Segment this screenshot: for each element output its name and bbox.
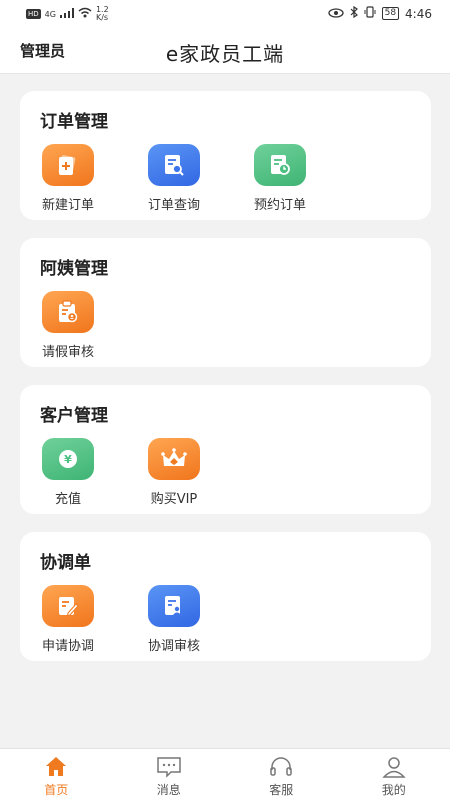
buy-vip-label: 购买VIP: [150, 492, 198, 507]
appointment-order-button[interactable]: 预约订单: [240, 144, 320, 213]
buy-vip-button[interactable]: 购买VIP: [134, 438, 214, 507]
section-title-customer-management: 客户管理: [40, 406, 108, 426]
apply-coordination-icon: [42, 585, 94, 627]
order-search-label: 订单查询: [147, 198, 200, 213]
clock: 4:46: [405, 6, 432, 21]
network-type: 4G: [44, 9, 56, 19]
customer-management-card: 客户管理 ¥ 充值 购买VIP: [20, 385, 431, 514]
order-management-card: 订单管理 新建订单 订单查询 预约订单: [20, 91, 431, 220]
tab-profile-label: 我的: [381, 783, 406, 797]
apply-coordination-label: 申请协调: [41, 639, 94, 654]
tab-home-label: 首页: [44, 783, 69, 797]
coordination-review-label: 协调审核: [147, 639, 200, 654]
add-order-icon: [42, 144, 94, 186]
coordination-card: 协调单 申请协调 协调审核: [20, 532, 431, 661]
recharge-button[interactable]: ¥ 充值: [28, 438, 108, 507]
headset-icon: [270, 757, 292, 776]
tab-profile[interactable]: 我的: [338, 749, 450, 800]
section-title-aunt-management: 阿姨管理: [40, 259, 108, 279]
page-title: e家政员工端: [165, 42, 285, 66]
status-bar: HD 4G 1.2 K/s 58 4:46: [0, 0, 450, 28]
leave-review-button[interactable]: 请假审核: [28, 291, 108, 360]
leave-review-icon: [42, 291, 94, 333]
coordination-review-icon: [148, 585, 200, 627]
status-left: HD 4G 1.2 K/s: [26, 6, 109, 22]
tab-customer-service-label: 客服: [269, 783, 294, 797]
apply-coordination-button[interactable]: 申请协调: [28, 585, 108, 654]
leave-review-label: 请假审核: [41, 345, 94, 360]
svg-text:¥: ¥: [64, 453, 72, 466]
new-order-button[interactable]: 新建订单: [28, 144, 108, 213]
new-order-label: 新建订单: [41, 198, 94, 213]
order-search-icon: [148, 144, 200, 186]
bluetooth-icon: [350, 5, 358, 21]
tab-messages[interactable]: 消息: [113, 749, 226, 800]
appointment-order-label: 预约订单: [253, 198, 306, 213]
home-icon: [46, 757, 67, 776]
status-right: 58 4:46: [327, 5, 432, 21]
vip-crown-icon: [148, 438, 200, 480]
coordination-review-button[interactable]: 协调审核: [134, 585, 214, 654]
user-icon: [382, 757, 406, 778]
vibrate-icon: [364, 6, 376, 21]
signal-icon: [59, 7, 74, 21]
tab-messages-label: 消息: [156, 783, 181, 797]
appointment-order-icon: [254, 144, 306, 186]
recharge-label: 充值: [54, 492, 81, 507]
recharge-icon: ¥: [42, 438, 94, 480]
section-title-order-management: 订单管理: [40, 112, 108, 132]
net-speed: 1.2 K/s: [96, 6, 109, 22]
order-search-button[interactable]: 订单查询: [134, 144, 214, 213]
tab-customer-service[interactable]: 客服: [225, 749, 338, 800]
aunt-management-card: 阿姨管理 请假审核: [20, 238, 431, 367]
message-icon: [157, 757, 181, 778]
bottom-tab-bar: 首页 消息 客服 我的: [0, 748, 450, 800]
hd-badge: HD: [26, 9, 41, 19]
section-title-coordination: 协调单: [40, 553, 91, 573]
speed-unit: K/s: [95, 13, 109, 22]
eye-icon: [327, 7, 344, 21]
app-header: 管理员 e家政员工端: [0, 28, 450, 74]
battery-indicator: 58: [381, 7, 400, 20]
tab-home[interactable]: 首页: [0, 749, 113, 800]
wifi-icon: [78, 7, 92, 21]
